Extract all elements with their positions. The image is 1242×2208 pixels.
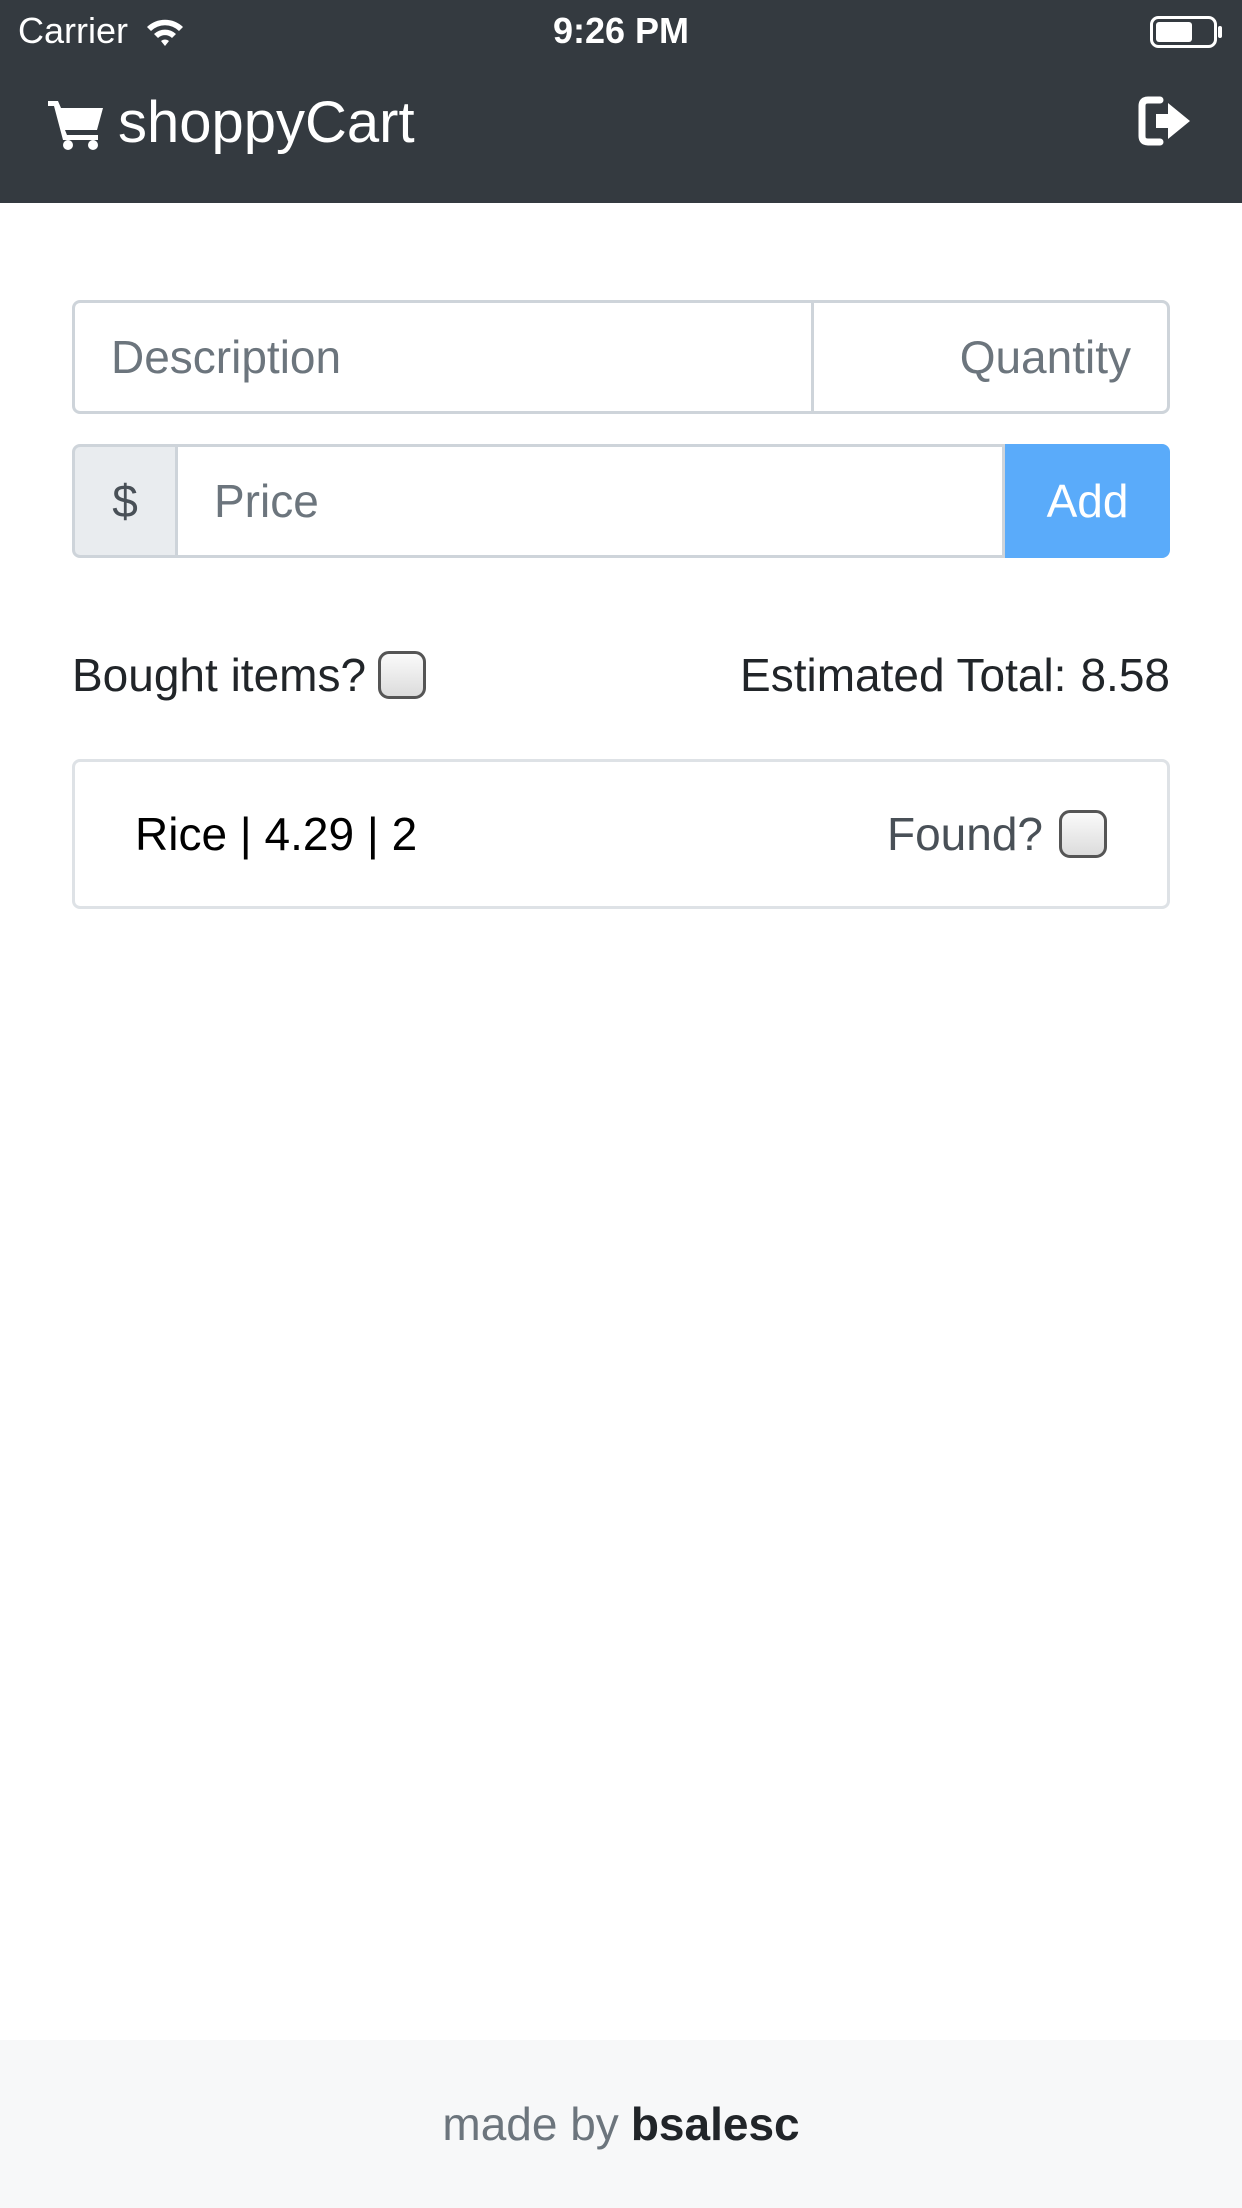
add-button[interactable]: Add [1005, 444, 1170, 558]
currency-prefix: $ [72, 444, 178, 558]
estimated-total-value: 8.58 [1080, 649, 1170, 701]
found-toggle[interactable]: Found? [887, 762, 1107, 906]
item-summary: Rice | 4.29 | 2 [135, 808, 418, 860]
options-row: Bought items? Estimated Total: 8.58 [72, 640, 1170, 710]
estimated-total-label: Estimated Total: [740, 649, 1067, 701]
description-input[interactable] [72, 300, 814, 414]
found-label: Found? [886, 808, 1043, 860]
price-input-row: $ Add [72, 444, 1170, 558]
battery-icon [1150, 16, 1222, 48]
made-by-text: made by [442, 2098, 619, 2150]
item-input-row [72, 300, 1170, 414]
brand-name: shoppyCart [118, 90, 415, 155]
footer: made by bsalesc [0, 2040, 1242, 2208]
author-name: bsalesc [630, 2098, 800, 2150]
bought-items-checkbox[interactable] [378, 651, 427, 699]
price-input[interactable] [178, 444, 1005, 558]
item-list: Rice | 4.29 | 2 Found? [72, 759, 1170, 909]
app-header: Carrier 9:26 PM shoppyCart [0, 0, 1242, 203]
list-item: Rice | 4.29 | 2 Found? [72, 759, 1170, 909]
found-checkbox[interactable] [1059, 810, 1107, 858]
sign-out-icon[interactable] [1138, 94, 1194, 148]
status-bar: Carrier 9:26 PM [0, 0, 1242, 62]
estimated-total: Estimated Total: 8.58 [740, 640, 1170, 710]
navbar: shoppyCart [0, 62, 1242, 203]
bought-items-toggle[interactable]: Bought items? [72, 640, 427, 710]
brand[interactable]: shoppyCart [46, 88, 415, 158]
status-clock: 9:26 PM [552, 10, 690, 51]
cart-icon [48, 101, 103, 150]
bought-items-label: Bought items? [72, 649, 367, 701]
quantity-input[interactable] [814, 300, 1170, 414]
